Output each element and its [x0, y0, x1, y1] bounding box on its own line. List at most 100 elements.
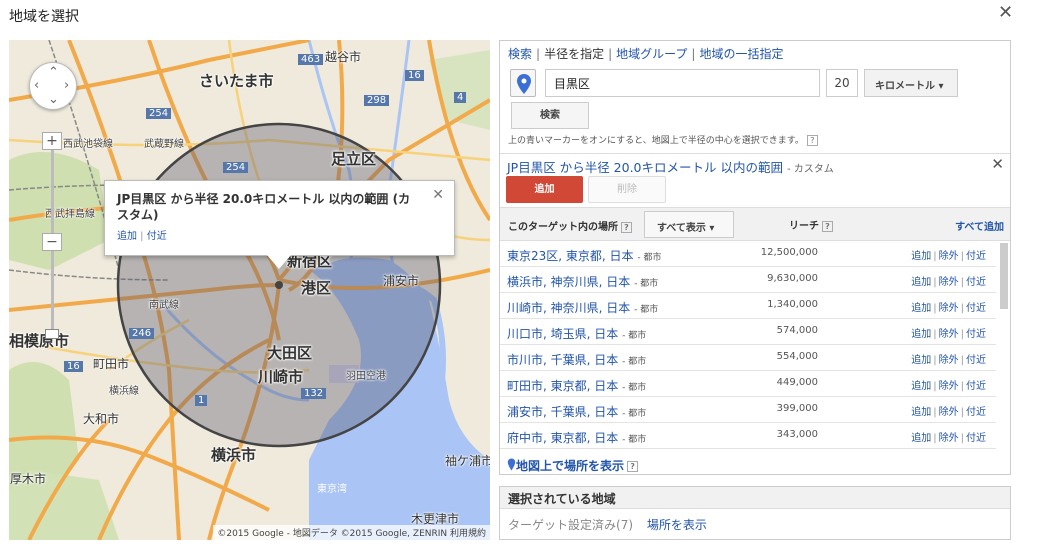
route-badge: 4	[454, 92, 467, 103]
zoom-in-button[interactable]: +	[42, 132, 62, 150]
location-search-input[interactable]	[545, 69, 820, 97]
map-info-window: JP目黒区 から半径 20.0キロメートル 以内の範囲 (カスタム) ✕ 追加 …	[104, 180, 455, 256]
map[interactable]: 463 254 298 16 254 16 246 132 1 4 さいたま市 …	[9, 40, 490, 540]
nav-bulk-link[interactable]: 地域の一括指定	[699, 47, 783, 61]
show-on-map-link[interactable]: 地図上で場所を表示?	[507, 457, 639, 474]
location-name[interactable]: 市川市, 千葉県, 日本	[507, 353, 618, 367]
nav-radius-link[interactable]: 半径を指定	[544, 47, 604, 61]
location-name[interactable]: 府中市, 東京都, 日本	[507, 431, 618, 445]
pan-left-icon[interactable]: ‹	[34, 79, 39, 92]
table-row: 市川市, 千葉県, 日本 - 都市 554,000 追加 | 除外 | 付近	[500, 345, 996, 371]
row-add-link[interactable]: 追加	[911, 433, 931, 444]
row-add-link[interactable]: 追加	[911, 277, 931, 288]
pan-up-icon[interactable]: ⌃	[48, 66, 59, 79]
map-label-yokohama: 横浜市	[211, 446, 257, 464]
radius-input[interactable]	[826, 69, 858, 97]
pan-control[interactable]: ⌃ ⌄ ‹ ›	[29, 62, 77, 110]
row-near-link[interactable]: 付近	[966, 329, 986, 340]
location-type: - 都市	[622, 383, 647, 393]
nav-search-link[interactable]: 検索	[508, 47, 532, 61]
reach-header: リーチ?	[789, 217, 833, 232]
show-places-link[interactable]: 場所を表示	[647, 518, 707, 532]
radius-target-title[interactable]: JP目黒区 から半径 20.0キロメートル 以内の範囲 - カスタム	[507, 157, 834, 176]
row-near-link[interactable]: 付近	[966, 277, 986, 288]
list-scrollbar[interactable]	[1000, 243, 1008, 309]
info-window-near-link[interactable]: 付近	[147, 231, 167, 242]
row-exclude-link[interactable]: 除外	[939, 277, 959, 288]
table-row: 町田市, 東京都, 日本 - 都市 449,000 追加 | 除外 | 付近	[500, 371, 996, 397]
route-badge: 132	[301, 388, 327, 399]
add-button[interactable]: 追加	[506, 176, 583, 203]
chevron-down-icon: ▾	[709, 223, 715, 234]
map-pin-toggle-button[interactable]	[510, 69, 536, 97]
row-add-link[interactable]: 追加	[911, 251, 931, 262]
help-icon[interactable]: ?	[627, 461, 639, 472]
location-type: - 都市	[637, 253, 662, 263]
row-near-link[interactable]: 付近	[966, 433, 986, 444]
map-label-sodegaura: 袖ケ浦市	[445, 454, 490, 468]
selected-locations-header: 選択されている地域	[500, 487, 1010, 509]
nav-group-link[interactable]: 地域グループ	[616, 47, 687, 61]
row-near-link[interactable]: 付近	[966, 251, 986, 262]
row-add-link[interactable]: 追加	[911, 329, 931, 340]
marker-hint-text: 上の青いマーカーをオンにすると、地図上で半径の中心を選択できます。	[508, 136, 804, 146]
map-base	[9, 40, 490, 540]
show-all-dropdown[interactable]: すべて表示 ▾	[644, 211, 734, 238]
delete-button[interactable]: 削除	[588, 176, 666, 203]
row-exclude-link[interactable]: 除外	[939, 303, 959, 314]
location-name[interactable]: 東京23区, 東京都, 日本	[507, 249, 634, 263]
row-add-link[interactable]: 追加	[911, 407, 931, 418]
location-name[interactable]: 横浜市, 神奈川県, 日本	[507, 275, 630, 289]
info-window-close-icon[interactable]: ✕	[432, 187, 444, 203]
row-exclude-link[interactable]: 除外	[939, 433, 959, 444]
search-button[interactable]: 検索	[511, 102, 589, 129]
location-name[interactable]: 川口市, 埼玉県, 日本	[507, 327, 618, 341]
row-exclude-link[interactable]: 除外	[939, 329, 959, 340]
location-type: - 都市	[622, 331, 647, 341]
route-badge: 254	[223, 162, 249, 173]
row-near-link[interactable]: 付近	[966, 303, 986, 314]
row-exclude-link[interactable]: 除外	[939, 381, 959, 392]
row-add-link[interactable]: 追加	[911, 303, 931, 314]
map-label-musashino-line: 武蔵野線	[144, 139, 184, 150]
unit-select-label: キロメートル	[875, 81, 935, 92]
unit-select[interactable]: キロメートル ▾	[864, 69, 958, 97]
map-attribution[interactable]: ©2015 Google - 地図データ ©2015 Google, ZENRI…	[213, 525, 490, 540]
info-window-add-link[interactable]: 追加	[117, 231, 137, 242]
row-near-link[interactable]: 付近	[966, 407, 986, 418]
map-label-seibu-ikebukuro: 西武池袋線	[63, 139, 113, 150]
location-reach: 554,000	[776, 351, 818, 362]
row-exclude-link[interactable]: 除外	[939, 251, 959, 262]
help-icon[interactable]: ?	[621, 221, 632, 233]
row-near-link[interactable]: 付近	[966, 355, 986, 366]
row-exclude-link[interactable]: 除外	[939, 355, 959, 366]
route-badge: 1	[195, 395, 208, 406]
map-label-ota: 大田区	[267, 344, 313, 362]
location-reach: 343,000	[776, 429, 818, 440]
pan-down-icon[interactable]: ⌄	[48, 93, 59, 106]
pan-right-icon[interactable]: ›	[64, 79, 69, 92]
show-on-map-text: 地図上で場所を表示	[516, 459, 625, 473]
table-row: 川崎市, 神奈川県, 日本 - 都市 1,340,000 追加 | 除外 | 付近	[500, 293, 996, 319]
row-add-link[interactable]: 追加	[911, 355, 931, 366]
zoom-slider-thumb[interactable]	[45, 329, 59, 339]
add-all-link[interactable]: すべて追加	[955, 218, 1004, 233]
location-name[interactable]: 町田市, 東京都, 日本	[507, 379, 618, 393]
route-badge: 16	[405, 70, 424, 81]
marker-hint: 上の青いマーカーをオンにすると、地図上で半径の中心を選択できます。?	[508, 133, 818, 146]
help-icon[interactable]: ?	[806, 135, 818, 146]
map-label-yokohama-line: 横浜線	[109, 386, 139, 397]
map-label-minato: 港区	[301, 279, 332, 297]
radius-target-custom: - カスタム	[786, 164, 834, 175]
dialog-close-icon[interactable]: ✕	[998, 2, 1013, 23]
row-add-link[interactable]: 追加	[911, 381, 931, 392]
row-near-link[interactable]: 付近	[966, 381, 986, 392]
location-name[interactable]: 浦安市, 千葉県, 日本	[507, 405, 618, 419]
radius-target-close-icon[interactable]: ✕	[991, 155, 1004, 173]
location-reach: 574,000	[776, 325, 818, 336]
row-exclude-link[interactable]: 除外	[939, 407, 959, 418]
radius-target: JP目黒区 から半径 20.0キロメートル 以内の範囲 - カスタム ✕ 追加 …	[500, 153, 1010, 205]
help-icon[interactable]: ?	[822, 220, 833, 232]
zoom-out-button[interactable]: −	[42, 233, 62, 251]
location-name[interactable]: 川崎市, 神奈川県, 日本	[507, 301, 630, 315]
